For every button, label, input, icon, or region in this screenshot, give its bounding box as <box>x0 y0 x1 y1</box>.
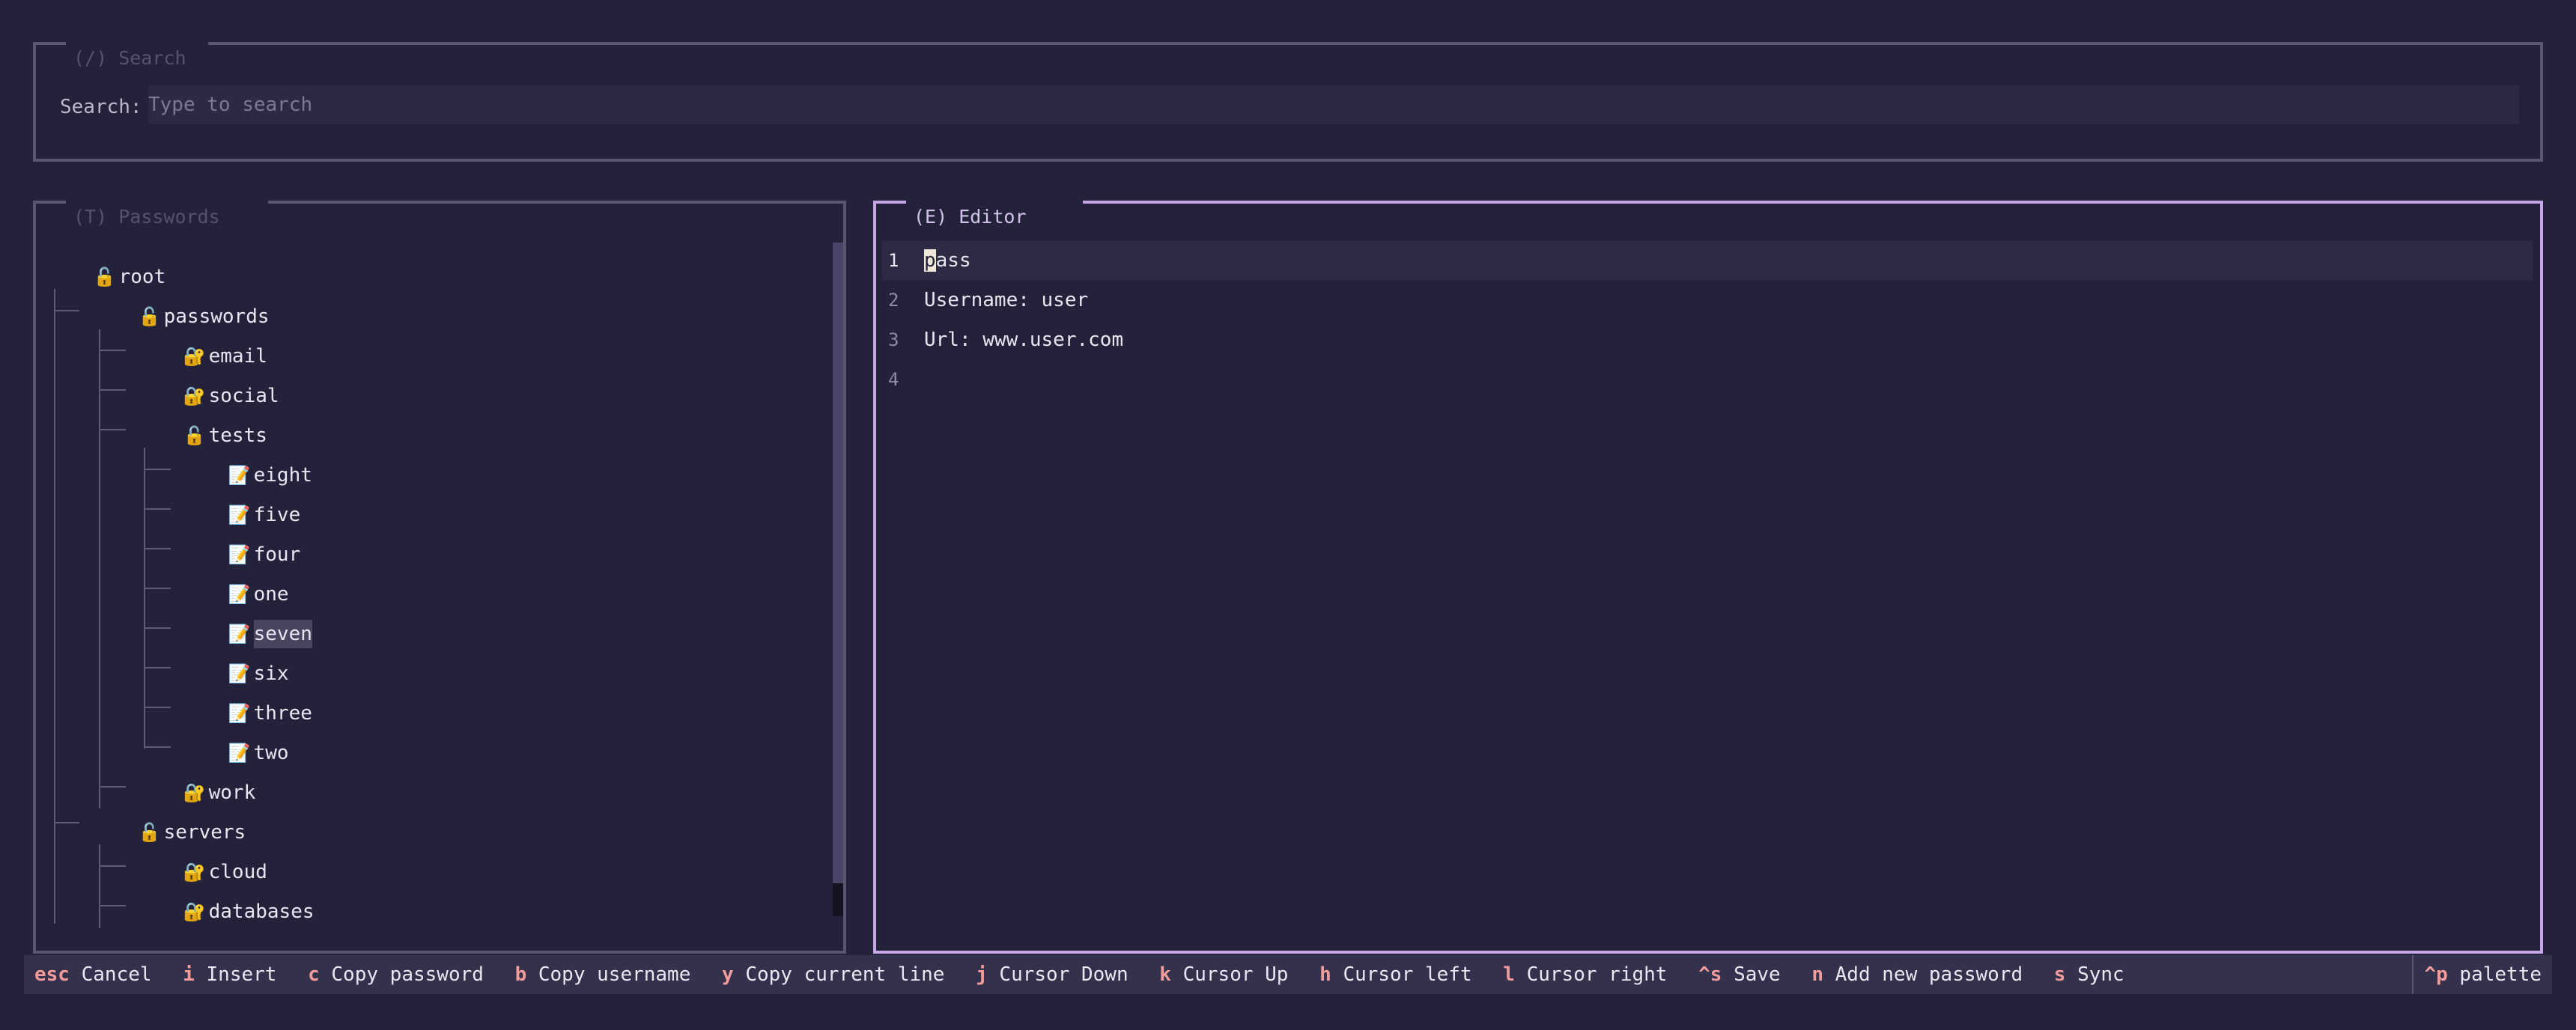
binding-key: i <box>183 963 195 986</box>
tree-guide-line <box>99 429 126 430</box>
binding-palette[interactable]: ^p palette <box>2412 955 2552 994</box>
binding-copy-username[interactable]: b Copy username <box>515 955 691 994</box>
line-number: 2 <box>888 290 899 311</box>
tree-guide-line <box>54 822 79 823</box>
locked-folder-icon: 🔐 <box>183 901 206 922</box>
binding-key: h <box>1319 963 1331 986</box>
tree-item-databases[interactable]: 🔐 databases <box>136 853 315 923</box>
tree-guide-line <box>144 707 171 708</box>
binding-sync[interactable]: s Sync <box>2054 955 2124 994</box>
tree-item-one[interactable]: 📝 one <box>181 536 289 606</box>
editor-line-2[interactable]: 2 Username: user <box>882 281 2533 320</box>
line-text: Username: user <box>924 289 1089 311</box>
line-text: Url: www.user.com <box>924 329 1124 351</box>
binding-copy-password[interactable]: c Copy password <box>308 955 484 994</box>
editor-panel[interactable]: (E) Editor 1 pass 2 Username: user 3 Url: w… <box>873 201 2543 954</box>
tree-item-servers[interactable]: 🔓 servers <box>91 774 246 844</box>
tree-item-cloud[interactable]: 🔐 cloud <box>136 814 267 883</box>
keybinding-footer: esc Cancel i Insert c Copy password b Co… <box>24 955 2552 994</box>
binding-desc: Sync <box>2077 963 2124 986</box>
binding-cursor-right[interactable]: l Cursor right <box>1503 955 1667 994</box>
search-label: Search: <box>60 96 142 118</box>
binding-desc: palette <box>2459 963 2542 986</box>
binding-desc: Save <box>1734 963 1781 986</box>
binding-desc: Cursor right <box>1526 963 1668 986</box>
binding-copy-current-line[interactable]: y Copy current line <box>722 955 944 994</box>
tree-item-two[interactable]: 📝 two <box>181 695 289 764</box>
binding-key: l <box>1503 963 1515 986</box>
tree-guide-line <box>144 627 171 629</box>
binding-key: b <box>514 963 527 986</box>
tree-item-email[interactable]: 🔐 email <box>136 298 267 368</box>
line-number: 4 <box>888 369 899 390</box>
passwords-panel: (T) Passwords 🔓 root 🔓 passwords 🔐 email 🔐 s… <box>33 201 846 954</box>
line-number: 3 <box>888 329 899 350</box>
tree-item-label: two <box>253 742 289 764</box>
line-number: 1 <box>888 250 899 271</box>
binding-key: j <box>976 963 988 986</box>
tree-item-seven[interactable]: 📝 seven <box>181 576 312 648</box>
tree-item-three[interactable]: 📝 three <box>181 655 312 725</box>
tree-item-social[interactable]: 🔐 social <box>136 338 279 407</box>
binding-insert[interactable]: i Insert <box>183 955 276 994</box>
editor-line-1[interactable]: 1 pass <box>882 241 2533 280</box>
binding-cursor-left[interactable]: h Cursor left <box>1319 955 1472 994</box>
tree-item-root[interactable]: 🔓 root <box>46 219 166 288</box>
binding-desc: Copy username <box>538 963 691 986</box>
binding-save[interactable]: ^s Save <box>1698 955 1781 994</box>
binding-key: c <box>308 963 320 986</box>
tree-item-five[interactable]: 📝 five <box>181 457 301 526</box>
binding-key: y <box>722 963 734 986</box>
binding-desc: Add new password <box>1835 963 2023 986</box>
binding-desc: Cursor left <box>1343 963 1472 986</box>
binding-key: ^s <box>1698 963 1722 986</box>
binding-key: s <box>2053 963 2066 986</box>
binding-desc: Cursor Down <box>999 963 1128 986</box>
binding-key: esc <box>34 963 70 986</box>
text-cursor: p <box>924 249 936 272</box>
tree-item-four[interactable]: 📝 four <box>181 496 301 566</box>
tree-guide-line <box>144 667 171 668</box>
tree-scrollbar-thumb[interactable] <box>833 883 843 916</box>
tree-guide-line <box>54 289 55 924</box>
binding-key: ^p <box>2424 963 2448 986</box>
tree-guide-line <box>144 588 171 589</box>
tree-item-passwords[interactable]: 🔓 passwords <box>91 258 270 328</box>
binding-key: n <box>1811 963 1823 986</box>
binding-desc: Cursor Up <box>1182 963 1289 986</box>
line-text: ass <box>935 249 971 272</box>
tree-item-tests[interactable]: 🔓 tests <box>136 377 267 447</box>
editor-line-4[interactable]: 4 <box>882 360 2533 399</box>
editor-panel-title: (E) Editor <box>906 201 1083 234</box>
binding-add-new-password[interactable]: n Add new password <box>1811 955 2023 994</box>
editor-line-3[interactable]: 3 Url: www.user.com <box>882 320 2533 359</box>
binding-key: k <box>1159 963 1171 986</box>
binding-desc: Copy password <box>331 963 484 986</box>
tree-item-label: databases <box>208 901 315 923</box>
tree-scrollbar[interactable] <box>833 243 843 916</box>
binding-desc: Insert <box>206 963 277 986</box>
search-input[interactable]: Type to search <box>148 85 2519 124</box>
tree-item-eight[interactable]: 📝 eight <box>181 417 312 487</box>
tree-guide-line <box>99 389 126 391</box>
binding-desc: Copy current line <box>745 963 945 986</box>
search-panel: (/) Search Search: Type to search <box>33 42 2543 162</box>
binding-cursor-down[interactable]: j Cursor Down <box>976 955 1128 994</box>
tree-guide-line <box>144 508 171 510</box>
tree-guide-line <box>144 548 171 549</box>
tree-item-work[interactable]: 🔐 work <box>136 734 256 804</box>
tree-guide-line <box>99 905 126 906</box>
binding-cancel[interactable]: esc Cancel <box>34 955 152 994</box>
binding-cursor-up[interactable]: k Cursor Up <box>1159 955 1288 994</box>
search-panel-title: (/) Search <box>66 42 208 75</box>
tree-guide-line <box>99 329 100 808</box>
binding-desc: Cancel <box>81 963 152 986</box>
tree-item-six[interactable]: 📝 six <box>181 615 289 685</box>
